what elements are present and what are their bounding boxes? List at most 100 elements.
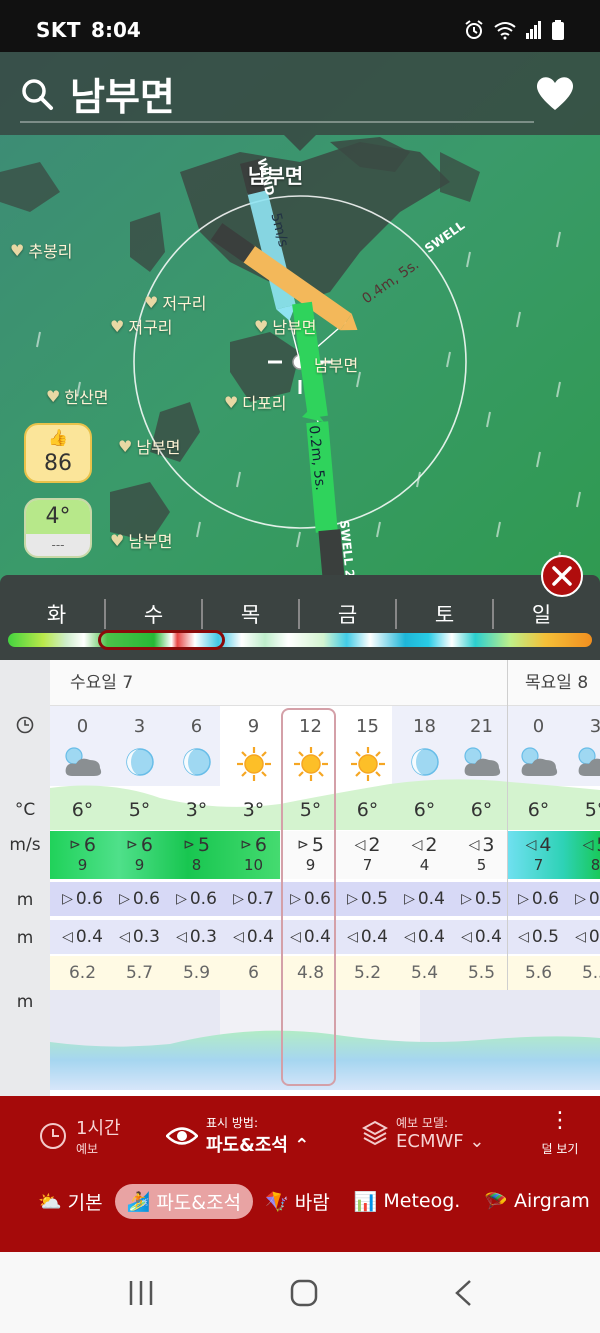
weather-icon-cell [54, 746, 111, 785]
map-place[interactable]: ♥ 한산면 [46, 384, 109, 408]
temperature-value: 6° [71, 799, 94, 821]
temperature-sub: --- [51, 538, 65, 552]
swell2-cell: ◁ 0.3 [168, 927, 225, 947]
swell-direction-icon: ◁ [518, 929, 529, 945]
swell1-cell: ▷ 0.5 [453, 889, 510, 909]
system-nav-bar [0, 1252, 600, 1333]
wind-direction-icon: ◁ [468, 837, 480, 853]
temperature-cell: 6° [453, 799, 510, 821]
home-icon[interactable] [289, 1278, 319, 1308]
partly-cloudy-icon: ⛅ [38, 1190, 62, 1213]
swell2-cell: ◁ 0.4 [396, 927, 453, 947]
swell-direction-icon: ▷ [404, 891, 415, 907]
tab-meteogram[interactable]: 📊 Meteog. [342, 1186, 473, 1217]
search-icon[interactable] [20, 77, 54, 111]
hour-cell: 3 [567, 716, 600, 737]
weather-color-bar[interactable] [8, 633, 592, 647]
hour-label: 21 [470, 716, 493, 737]
layers-icon [362, 1120, 388, 1146]
swell-direction-icon: ▷ [518, 891, 529, 907]
map-place[interactable]: ♥ 추봉리 [10, 238, 73, 262]
swell-direction-icon: ▷ [461, 891, 472, 907]
day-selector[interactable]: 화 수 목 금 토 일 [0, 575, 600, 660]
interval-label: 예보 [76, 1142, 99, 1156]
back-icon[interactable] [452, 1278, 474, 1308]
map-place[interactable]: ♥ 남부면 [110, 528, 173, 552]
map-place[interactable]: ♥ 다포리 [224, 390, 287, 414]
tab-airgram[interactable]: 🪂 Airgram [472, 1186, 600, 1217]
wind-direction-icon: ⊳ [69, 837, 81, 853]
swell1-height: 0.6 [531, 889, 559, 909]
hour-label: 0 [76, 716, 89, 737]
swell-direction-icon: ◁ [347, 929, 358, 945]
swell1-height: 0.6 [189, 889, 217, 909]
location-title[interactable]: 남부면 [70, 66, 175, 121]
tab-basic[interactable]: ⛅ 기본 [26, 1184, 115, 1219]
recent-apps-icon[interactable] [126, 1279, 156, 1307]
heart-icon: ♥ [46, 386, 61, 406]
swell-direction-icon: ▷ [347, 891, 358, 907]
hour-label: 6 [190, 716, 203, 737]
swell1-cell: ▷ 0.5 [339, 889, 396, 909]
wind-direction-icon: ◁ [354, 837, 366, 853]
interval-selector[interactable]: 1시간 예보 [38, 1114, 121, 1157]
hour-label: 9 [247, 716, 260, 737]
period-cell: 6.2 [54, 962, 111, 983]
heart-icon: ♥ [224, 392, 239, 412]
heart-icon: ♥ [10, 240, 25, 260]
wind-gust: 8 [590, 856, 600, 874]
map-place[interactable]: ♥ 남부면 [254, 314, 317, 338]
display-mode-selector[interactable]: 표시 방법: 파도&조석 ⌃ [166, 1114, 309, 1157]
temperature-badge[interactable]: 4° --- [24, 498, 92, 558]
hour-label: 15 [356, 716, 379, 737]
swell-direction-icon: ▷ [176, 891, 187, 907]
swell2-height: 0.4 [246, 927, 274, 947]
weather-icon-cell [225, 746, 282, 787]
map-place[interactable]: ♥ 저구리 [144, 290, 207, 314]
temperature-value: 6° [413, 799, 436, 821]
wind-gust: 9 [77, 856, 88, 874]
row-labels: °C m/s m m m [0, 660, 50, 1096]
period-cell: 5.5 [567, 962, 600, 983]
day-tab[interactable]: 토 [396, 599, 493, 629]
map-place[interactable]: ♥ 남부면 [118, 434, 181, 458]
model-selector[interactable]: 예보 모델: ECMWF ⌄ [362, 1114, 484, 1152]
model-value: ECMWF ⌄ [396, 1131, 485, 1152]
more-button[interactable]: ⋮ 덜 보기 [530, 1110, 590, 1157]
wind-cell: ⊳ 6 9 [54, 834, 111, 874]
view-tabs: ⛅ 기본 🏄 파도&조석 🪁 바람 📊 Meteog. 🪂 Airgram [0, 1183, 600, 1219]
search-bar[interactable]: 남부면 [0, 52, 600, 135]
temperature-cell: 6° [396, 799, 453, 821]
chevron-down-icon: ⌄ [469, 1131, 485, 1152]
wave-period: 5.9 [182, 963, 211, 983]
like-badge[interactable]: 👍 86 [24, 423, 92, 483]
day-tab[interactable]: 목 [202, 599, 299, 629]
wind-cell: ⊳ 5 8 [168, 834, 225, 874]
swell1-height: 0.2 [588, 889, 600, 909]
eye-icon [166, 1126, 198, 1145]
wind-cell: ◁ 4 7 [510, 834, 567, 874]
selected-range-indicator[interactable] [98, 630, 225, 650]
selected-hour-highlight[interactable] [281, 708, 336, 1086]
map-place-label[interactable]: 남부면 [314, 352, 358, 376]
swell2-cell: ◁ 0.3 [111, 927, 168, 947]
day-separator [507, 660, 508, 990]
period-cell: 5.9 [168, 962, 225, 983]
tab-wave-tide[interactable]: 🏄 파도&조석 [114, 1183, 254, 1219]
favorite-heart-icon[interactable] [534, 74, 576, 112]
day-tab[interactable]: 일 [493, 599, 590, 629]
wave-period: 6.2 [68, 963, 97, 983]
map-place[interactable]: ♥ 저구리 [110, 314, 173, 338]
forecast-table[interactable]: °C m/s m m m 수요일 7 목요일 8 0 6° ⊳ 6 9 ▷ 0.6 ◁ 0.4 6… [0, 660, 600, 1096]
day-tab[interactable]: 화 [8, 599, 105, 629]
signal-icon [526, 21, 541, 39]
close-button[interactable] [541, 555, 583, 597]
wind-direction-icon: ⊳ [183, 837, 195, 853]
day-tab[interactable]: 수 [105, 599, 202, 629]
tab-wind[interactable]: 🪁 바람 [253, 1184, 342, 1219]
wave-period: 5.2 [353, 963, 382, 983]
wind-speed: 2 [425, 834, 438, 856]
heart-icon: ♥ [254, 316, 269, 336]
day-tab[interactable]: 금 [299, 599, 396, 629]
temperature-cell: 6° [510, 799, 567, 821]
